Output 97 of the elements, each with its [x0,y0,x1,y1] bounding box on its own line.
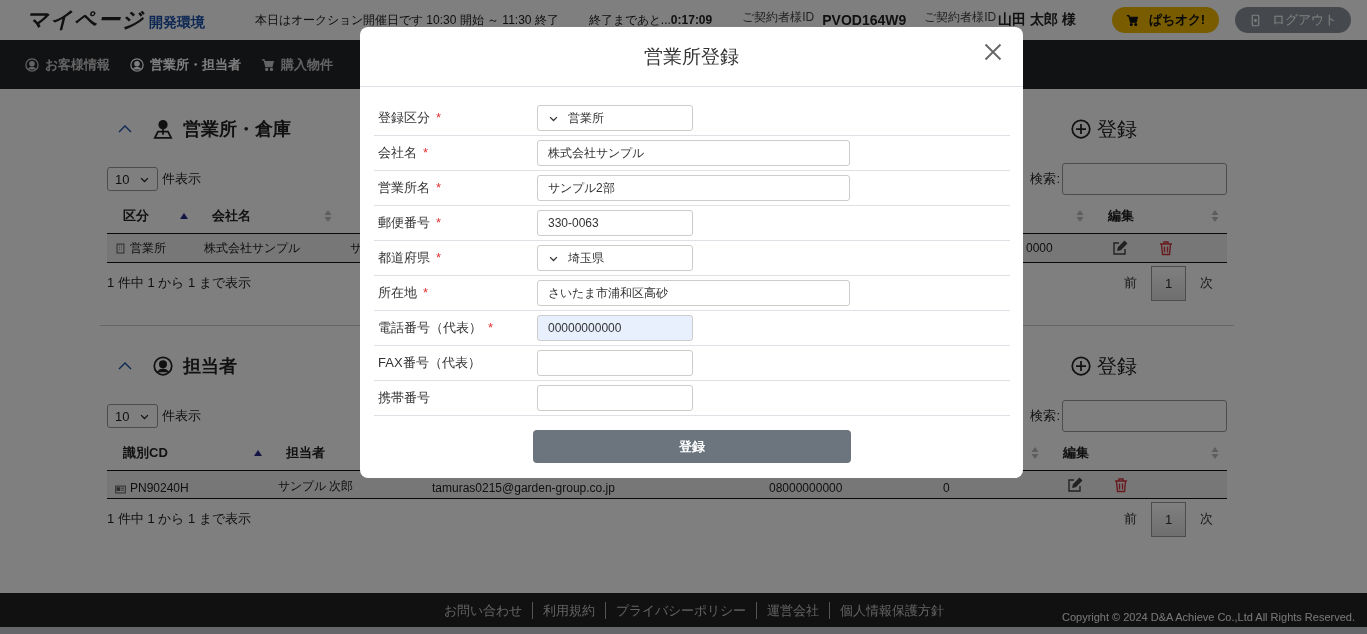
table-info: 1 件中 1 から 1 まで表示 [107,510,251,528]
copyright-text: Copyright © 2024 D&A Achieve Co.,Ltd All Rights Reserved. [1061,611,1355,623]
input-field[interactable]: さいたま市浦和区高砂 [537,280,850,306]
column-header: 会社名 [212,206,251,225]
next-link[interactable]: 次 [1186,274,1227,292]
table-cell: サ [350,239,362,257]
user-icon [130,57,144,72]
id-card-icon [115,484,126,495]
user-icon [153,356,173,376]
table-cell: サンプル 次郎 [278,478,354,495]
contract-id-label: ご契約者様ID [742,9,815,26]
input-field[interactable]: サンプル2部 [537,175,850,201]
section-title: 営業所・倉庫 [183,118,291,141]
trash-icon[interactable] [1158,240,1174,256]
building-icon [115,242,126,254]
table-cell: 営業所 [130,239,166,257]
edit-icon[interactable] [1067,476,1083,493]
sort-icon[interactable] [324,208,332,223]
footer-link[interactable]: 利用規約 [532,601,605,619]
contract-id: PVOD164W9 [822,12,907,28]
nav-tab[interactable]: 購入物件 [261,55,333,74]
footer-link[interactable]: 個人情報保護方針 [829,601,954,619]
previous-link[interactable]: 前 [1110,510,1151,528]
next-link[interactable]: 次 [1186,510,1227,528]
dialog-title: 営業所登録 [644,44,739,69]
register-button[interactable]: 登録 [1071,115,1137,143]
footer-link[interactable]: お問い合わせ [444,601,532,619]
page-length-label: 件表示 [162,407,201,425]
table-info: 1 件中 1 から 1 まで表示 [107,274,251,292]
trash-icon[interactable] [1113,476,1129,493]
column-header: 編集 [1063,443,1089,462]
sort-icon[interactable] [1211,445,1219,460]
column-header: 区分 [123,206,149,225]
plus-circle-icon [1071,119,1091,139]
input-field[interactable] [537,385,693,411]
field-label: 電話番号（代表） * [377,319,495,337]
table-cell: 0 [943,481,950,495]
field-label: 郵便番号 * [377,214,443,232]
nav-tab[interactable]: お客様情報 [25,55,110,74]
select-field[interactable]: 埼玉県 [537,245,693,271]
page-length-select[interactable]: 10 [107,167,158,191]
field-label: 会社名 * [377,144,430,162]
countdown-label: 終了まであと... [588,11,671,29]
search-label: 検索: [1030,407,1060,425]
plus-circle-icon [1071,356,1091,376]
close-button[interactable] [983,42,1003,62]
table-cell: 株式会社サンプル [204,239,300,257]
sort-icon[interactable] [1076,208,1084,223]
field-label: 携帯番号 [377,389,431,407]
field-label: 登録区分 * [377,109,443,127]
site-logo: マイページ [26,6,145,34]
input-field[interactable] [537,350,693,376]
field-label: 所在地 * [377,284,430,302]
column-header: 担当者 [286,443,325,462]
register-button[interactable]: 登録 [1071,352,1137,380]
table-cell: 0000 [1026,241,1053,255]
submit-button[interactable]: 登録 [533,430,851,463]
table-cell: 08000000000 [769,481,843,495]
select-field[interactable]: 営業所 [537,105,693,131]
search-field[interactable] [1062,163,1227,195]
cart-icon [1125,13,1139,27]
environment-label: 開発環境 [149,14,205,32]
sort-ascending-icon[interactable] [180,211,188,220]
auction-button[interactable]: ぱちオク! [1111,7,1219,33]
field-label: 都道府県 * [377,249,443,267]
user-icon [25,57,39,72]
page-button[interactable]: 1 [1151,501,1186,537]
page-length-select[interactable]: 10 [107,404,158,428]
customer-label: ご契約者様ID [924,9,997,26]
sort-ascending-icon[interactable] [254,448,262,457]
input-field[interactable]: 株式会社サンプル [537,140,850,166]
footer-link[interactable]: 運営会社 [756,601,829,619]
previous-link[interactable]: 前 [1110,274,1151,292]
page-button[interactable]: 1 [1151,265,1186,301]
input-field[interactable]: 330-0063 [537,210,693,236]
input-field[interactable]: 00000000000 [537,315,693,341]
customer-name: 山田 太郎 様 [998,11,1077,29]
sort-icon[interactable] [1211,208,1219,223]
column-header: 編集 [1108,206,1134,225]
table-cell: PN90240H [130,481,189,495]
nav-tab[interactable]: 営業所・担当者 [130,55,241,74]
countdown-timer: 0:17:09 [670,13,713,27]
table-cell: tamuras0215@garden-group.co.jp [432,481,615,495]
sort-icon[interactable] [1031,445,1039,460]
door-icon [1249,13,1262,27]
edit-icon[interactable] [1112,240,1128,256]
search-label: 検索: [1030,170,1060,188]
close-icon [983,42,1003,62]
location-person-icon [153,119,173,139]
cart-icon [261,57,275,72]
column-header: 識別CD [123,443,168,462]
field-label: 営業所名 * [377,179,443,197]
section-title: 担当者 [183,355,237,378]
page-length-label: 件表示 [162,170,201,188]
auction-notice: 本日はオークション開催日です 10:30 開始 ～ 11:30 終了 [255,11,559,29]
search-field[interactable] [1062,400,1227,432]
field-label: FAX番号（代表） [377,354,482,372]
